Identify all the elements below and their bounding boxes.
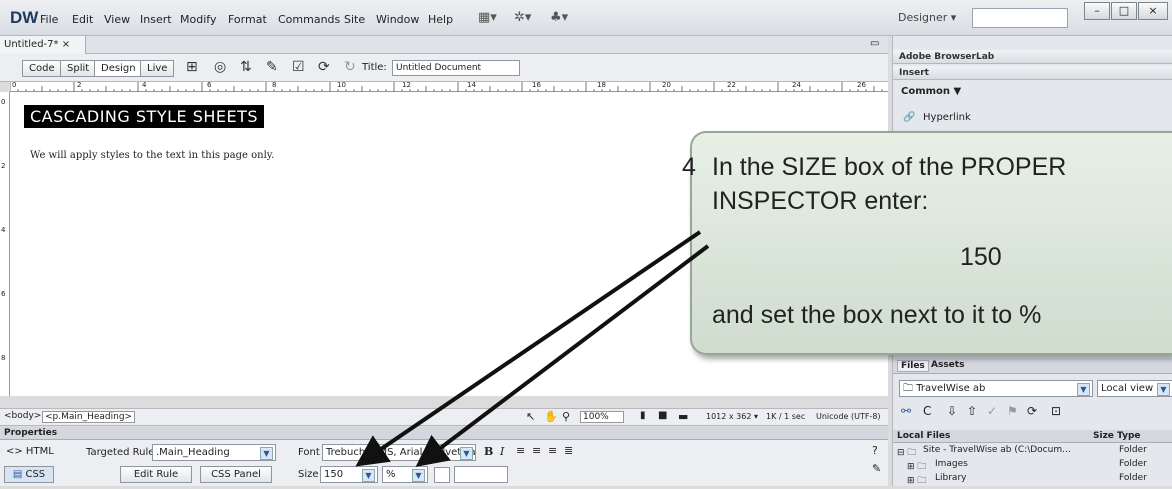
pointer-arrows bbox=[355, 230, 710, 467]
arrow-to-unit-select bbox=[415, 244, 710, 467]
arrow-to-size-input bbox=[355, 230, 702, 467]
